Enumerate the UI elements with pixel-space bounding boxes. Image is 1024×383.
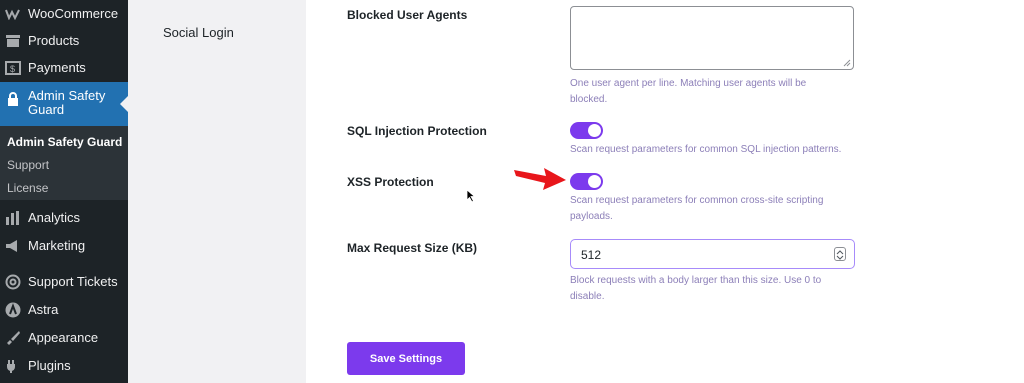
sidebar-item-appearance[interactable]: Appearance [0, 328, 128, 348]
admin-sidebar: WooCommerce Products $ Payments Admin Sa… [0, 0, 128, 383]
input-value: 512 [581, 248, 602, 262]
sql-injection-label: SQL Injection Protection [347, 124, 487, 138]
sql-injection-help: Scan request parameters for common SQL i… [570, 144, 842, 155]
label-line: Guard [28, 102, 65, 117]
lock-icon [3, 89, 23, 109]
astra-icon [3, 300, 23, 320]
sidebar-item-astra[interactable]: Astra [0, 300, 128, 320]
sidebar-item-label: Appearance [28, 330, 99, 345]
sidebar-item-label: Astra [28, 302, 59, 317]
submenu: Admin Safety Guard Support License [0, 126, 128, 200]
sidebar-item-payments[interactable]: $ Payments [0, 58, 128, 78]
mouse-cursor-icon [466, 189, 476, 203]
blocked-user-agents-help: One user agent per line. Matching user a… [570, 76, 806, 108]
sidebar-item-label: Products [28, 33, 80, 48]
sidebar-item-label: Analytics [28, 210, 81, 225]
submenu-item-license[interactable]: License [7, 181, 48, 195]
submenu-item-admin-safety-guard[interactable]: Admin Safety Guard [7, 135, 122, 149]
svg-text:$: $ [10, 64, 15, 74]
max-request-size-input[interactable]: 512 [570, 239, 855, 269]
resize-handle-icon[interactable] [843, 59, 851, 67]
help-line: One user agent per line. Matching user a… [570, 78, 807, 89]
sidebar-item-woocommerce[interactable]: WooCommerce [0, 4, 128, 24]
help-line: Block requests with a body larger than t… [570, 275, 822, 286]
blocked-user-agents-label: Blocked User Agents [347, 8, 468, 22]
sidebar-item-label: WooCommerce [28, 6, 119, 21]
xss-protection-help: Scan request parameters for common cross… [570, 193, 823, 225]
active-indicator [120, 96, 128, 112]
xss-protection-toggle[interactable] [570, 173, 603, 190]
support-icon [3, 272, 23, 292]
submenu-item-support[interactable]: Support [7, 158, 49, 172]
sidebar-item-label: Admin Safety Guard [28, 89, 105, 117]
sidebar-item-marketing[interactable]: Marketing [0, 236, 128, 256]
save-settings-button[interactable]: Save Settings [347, 342, 465, 375]
sidebar-item-analytics[interactable]: Analytics [0, 208, 128, 228]
sidebar-item-admin-safety-guard[interactable]: Admin Safety Guard [0, 82, 128, 126]
plugins-icon [3, 356, 23, 376]
toggle-knob [588, 175, 601, 188]
max-request-size-help: Block requests with a body larger than t… [570, 273, 821, 305]
products-icon [3, 31, 23, 51]
help-line: payloads. [570, 211, 613, 222]
analytics-icon [3, 208, 23, 228]
settings-nav-panel [146, 0, 306, 383]
sidebar-item-label: Support Tickets [28, 274, 118, 289]
payments-icon: $ [3, 58, 23, 78]
label-line: Admin Safety [28, 88, 106, 103]
help-line: disable. [570, 291, 605, 302]
help-line: Scan request parameters for common cross… [570, 195, 824, 206]
red-arrow-icon [514, 168, 566, 190]
number-spinner-icon[interactable] [834, 247, 846, 261]
sidebar-item-support-tickets[interactable]: Support Tickets [0, 272, 128, 292]
sidebar-item-products[interactable]: Products [0, 31, 128, 51]
xss-protection-label: XSS Protection [347, 175, 434, 189]
woocommerce-icon [3, 4, 23, 24]
help-line: blocked. [570, 94, 608, 105]
toggle-knob [588, 124, 601, 137]
sql-injection-toggle[interactable] [570, 122, 603, 139]
blocked-user-agents-textarea[interactable] [570, 6, 854, 70]
settings-nav-item-social-login[interactable]: Social Login [163, 25, 234, 40]
paintbrush-icon [3, 328, 23, 348]
sidebar-item-label: Marketing [28, 238, 86, 253]
sidebar-item-plugins[interactable]: Plugins [0, 356, 128, 376]
sidebar-item-label: Payments [28, 60, 86, 75]
sidebar-item-label: Plugins [28, 358, 71, 373]
megaphone-icon [3, 236, 23, 256]
max-request-size-label: Max Request Size (KB) [347, 241, 478, 255]
